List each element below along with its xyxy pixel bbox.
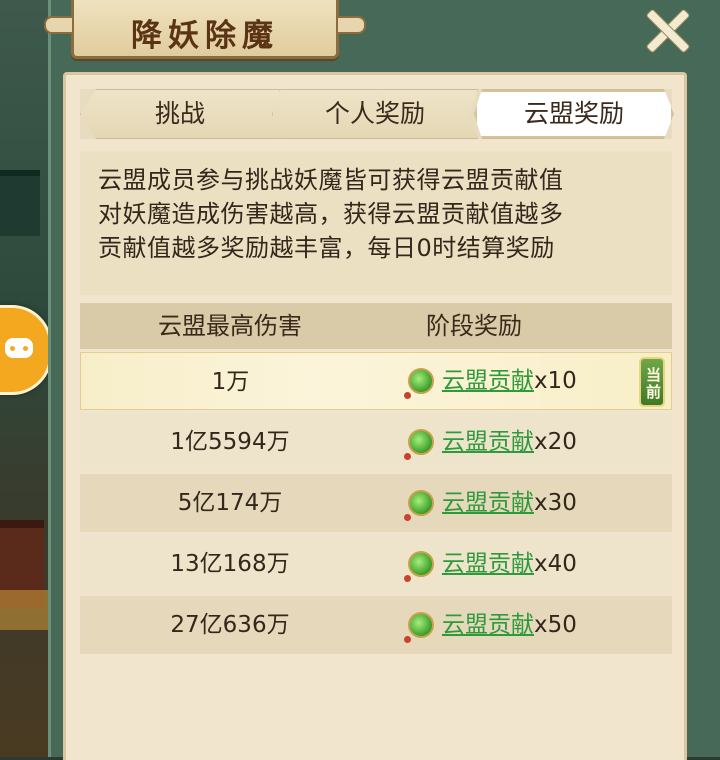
damage-value: 1万 — [211, 369, 250, 395]
header-reward: 阶段奖励 — [426, 312, 522, 340]
dialog-window: 降妖除魔 挑战 个人奖励 云盟奖励 云盟成员参与挑战妖魔皆可获得云盟贡献值 对妖… — [44, 0, 720, 760]
table-row: 1万 云盟贡献 x10 当前 — [80, 352, 672, 410]
reward-link[interactable]: 云盟贡献 — [442, 413, 534, 471]
contribution-orb-icon — [404, 429, 434, 460]
reward-link[interactable]: 云盟贡献 — [442, 535, 534, 593]
table-row: 1亿5594万 云盟贡献 x20 — [80, 413, 672, 471]
reward-multiplier: x50 — [534, 612, 577, 638]
reward-multiplier: x30 — [534, 490, 577, 516]
tab-alliance-reward[interactable]: 云盟奖励 — [474, 89, 674, 139]
reward-link[interactable]: 云盟贡献 — [442, 596, 534, 654]
reward-cell: 云盟贡献 x50 — [380, 596, 672, 654]
dialog-title: 降妖除魔 — [131, 18, 279, 54]
close-icon[interactable] — [639, 6, 695, 52]
contribution-orb-icon — [404, 551, 434, 582]
reward-multiplier: x20 — [534, 429, 577, 455]
tab-personal-reward[interactable]: 个人奖励 — [272, 89, 478, 139]
header-damage: 云盟最高伤害 — [158, 312, 302, 340]
description-line: 贡献值越多奖励越丰富，每日0时结算奖励 — [98, 234, 555, 262]
reward-cell: 云盟贡献 x20 — [380, 413, 672, 471]
tab-bar: 挑战 个人奖励 云盟奖励 — [80, 89, 674, 139]
content-panel: 挑战 个人奖励 云盟奖励 云盟成员参与挑战妖魔皆可获得云盟贡献值 对妖魔造成伤害… — [63, 72, 687, 760]
description-box: 云盟成员参与挑战妖魔皆可获得云盟贡献值 对妖魔造成伤害越高，获得云盟贡献值越多 … — [80, 151, 672, 295]
tab-challenge[interactable]: 挑战 — [80, 89, 280, 139]
reward-multiplier: x10 — [533, 368, 577, 394]
title-plate: 降妖除魔 — [44, 0, 366, 59]
table-row: 13亿168万 云盟贡献 x40 — [80, 535, 672, 593]
building-roof — [0, 170, 40, 236]
damage-value: 13亿168万 — [170, 551, 290, 577]
reward-multiplier: x40 — [534, 551, 577, 577]
damage-value: 27亿636万 — [170, 612, 290, 638]
description-line: 对妖魔造成伤害越高，获得云盟贡献值越多 — [98, 200, 564, 228]
reward-cell: 云盟贡献 x10 — [380, 353, 671, 409]
damage-value: 1亿5594万 — [170, 429, 290, 455]
scenery-decoration — [0, 590, 50, 630]
reward-table: 云盟最高伤害 阶段奖励 1万 云盟贡献 x10 当前 1亿5594万 云盟贡献 … — [80, 303, 672, 654]
reward-link[interactable]: 云盟贡献 — [442, 474, 534, 532]
reward-cell: 云盟贡献 x40 — [380, 535, 672, 593]
table-row: 5亿174万 云盟贡献 x30 — [80, 474, 672, 532]
damage-value: 5亿174万 — [177, 490, 283, 516]
table-row: 27亿636万 云盟贡献 x50 — [80, 596, 672, 654]
description-line: 云盟成员参与挑战妖魔皆可获得云盟贡献值 — [98, 166, 564, 194]
contribution-orb-icon — [404, 612, 434, 643]
table-header: 云盟最高伤害 阶段奖励 — [80, 303, 672, 349]
reward-link[interactable]: 云盟贡献 — [442, 352, 534, 410]
current-badge: 当前 — [639, 357, 665, 407]
contribution-orb-icon — [404, 490, 434, 521]
contribution-orb-icon — [403, 368, 434, 399]
reward-cell: 云盟贡献 x30 — [380, 474, 672, 532]
